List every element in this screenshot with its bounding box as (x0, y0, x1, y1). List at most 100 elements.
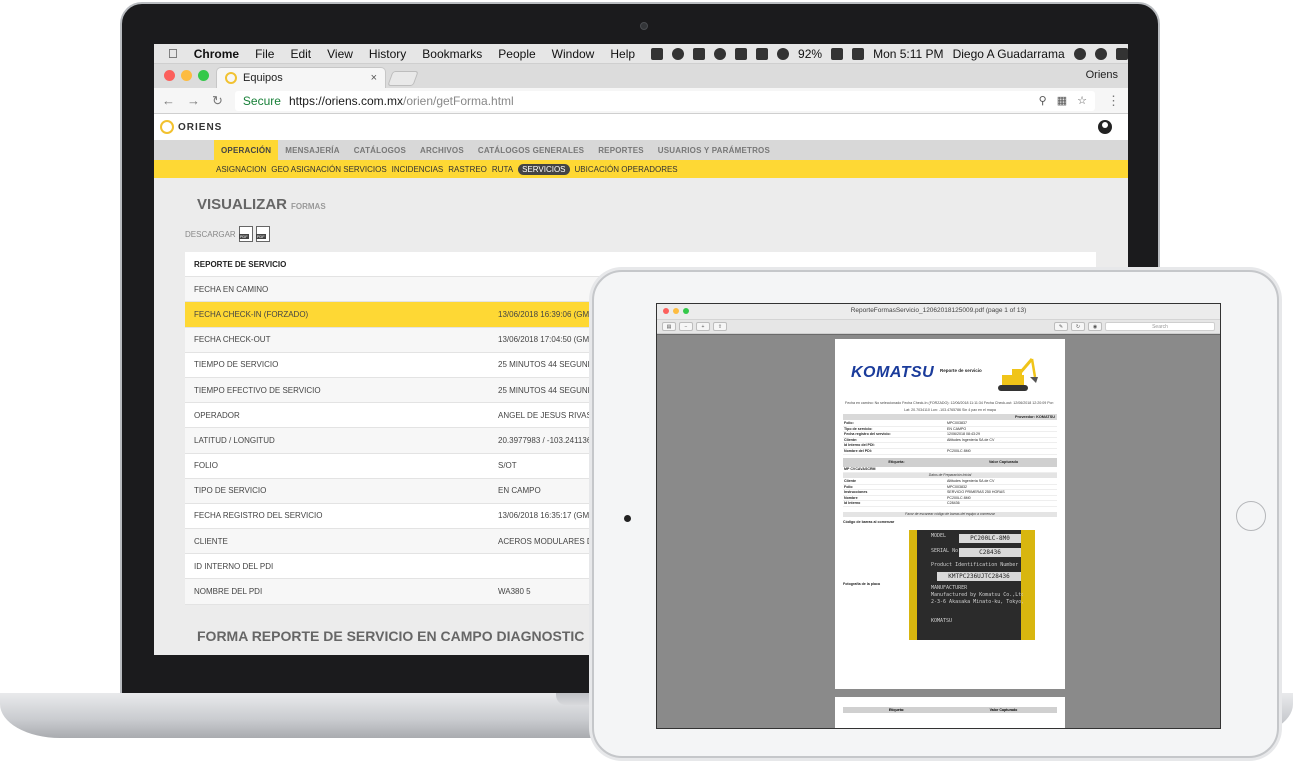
minimize-window-button[interactable] (181, 70, 192, 81)
annotate-icon[interactable]: ◉ (1088, 322, 1102, 331)
plate-line: 2-3-6 Akasaka Minato-ku, Tokyo, Japan (931, 599, 1023, 605)
tab-close-icon[interactable]: × (371, 72, 377, 84)
favicon-icon (225, 72, 237, 84)
new-tab-button[interactable] (387, 71, 419, 86)
report-meta-line: Lat: 20.7034110 Lon: -103.4765786 Sin 4 … (904, 408, 996, 412)
siri-icon[interactable] (1094, 47, 1107, 60)
subnav-ubicacion[interactable]: UBICACIÓN OPERADORES (575, 165, 678, 174)
search-icon[interactable] (1073, 47, 1086, 60)
zoom-out-icon[interactable]: − (679, 322, 693, 331)
profile-name[interactable]: Oriens (1086, 69, 1118, 81)
menu-view[interactable]: View (327, 47, 353, 61)
bookmark-star-icon[interactable]: ☆ (1077, 94, 1087, 107)
flag-icon[interactable] (852, 47, 865, 60)
wifi-icon[interactable] (777, 47, 790, 60)
browser-tab[interactable]: Equipos × (216, 67, 386, 88)
preview-search-input[interactable]: Search (1105, 322, 1215, 331)
nav-catalogos-generales[interactable]: CATÁLOGOS GENERALES (471, 140, 591, 160)
menu-dots-icon[interactable]: ⋮ (1107, 93, 1120, 109)
menu-bookmarks[interactable]: Bookmarks (422, 47, 482, 61)
power-icon[interactable] (714, 47, 727, 60)
tool-icon[interactable] (735, 47, 748, 60)
app-icon[interactable] (693, 47, 706, 60)
pdf-row-value: Altitudes Ingeniería SA de CV (947, 437, 995, 442)
pdf-row-value: PC200LC 8M0 (947, 448, 971, 453)
menu-people[interactable]: People (498, 47, 535, 61)
row-label: ID INTERNO DEL PDI (194, 561, 274, 571)
address-bar[interactable]: Secure https://oriens.com.mx /orien/getF… (234, 90, 1095, 111)
address-icons: ⚲ ▦ ☆ (1039, 94, 1087, 107)
pdf-row-label: Instrucciones (844, 490, 868, 495)
pdf-row-label: Id Interno del PDI: (844, 443, 875, 448)
user-name[interactable]: Diego A Guadarrama (953, 47, 1065, 61)
list-icon[interactable] (1115, 47, 1128, 60)
preview-title: ReporteFormasServicio_12062018125009.pdf… (850, 307, 1027, 314)
page2-col-label: Etiqueta: (888, 708, 905, 712)
bluetooth-icon[interactable] (756, 47, 769, 60)
close-window-button[interactable] (164, 70, 175, 81)
sidebar-toggle-icon[interactable]: ▤ (662, 322, 676, 331)
pdf-tag-2: PDF (255, 234, 266, 239)
menu-help[interactable]: Help (610, 47, 635, 61)
row-label: FECHA EN CAMINO (194, 284, 269, 294)
sync-icon[interactable] (672, 47, 685, 60)
col-label-header: Etiqueta: (888, 460, 905, 464)
nav-operacion[interactable]: OPERACIÓN (214, 140, 279, 160)
col-value-header: Valor Capturado (988, 460, 1019, 464)
subnav-geo-asignacion[interactable]: GEO ASIGNACIÓN SERVICIOS (271, 165, 386, 174)
plate-brand: KOMATSU (931, 618, 953, 624)
main-nav: OPERACIÓN MENSAJERÍA CATÁLOGOS ARCHIVOS … (154, 140, 1128, 160)
pdf-row-value: MPC003832 (947, 484, 967, 489)
menu-file[interactable]: File (255, 47, 274, 61)
reload-icon[interactable]: ↻ (212, 93, 223, 109)
apple-icon[interactable]:  (168, 46, 178, 61)
clock[interactable]: Mon 5:11 PM (873, 47, 943, 61)
subnav-servicios[interactable]: SERVICIOS (518, 163, 570, 175)
share-icon[interactable]: ⇧ (713, 322, 727, 331)
plate-line: Manufactured by Komatsu Co.,Ltd. (931, 592, 1023, 598)
user-account-icon[interactable] (1098, 120, 1112, 134)
row-label: TIEMPO EFECTIVO DE SERVICIO (194, 385, 321, 395)
zoom-icon[interactable]: ⚲ (1039, 94, 1047, 107)
pdf-download-icon[interactable]: PDF (238, 226, 253, 242)
nav-usuarios[interactable]: USUARIOS Y PARÁMETROS (651, 140, 777, 160)
stage:  Chrome File Edit View History Bookmark… (0, 0, 1293, 773)
menu-window[interactable]: Window (552, 47, 595, 61)
zoom-in-icon[interactable]: + (696, 322, 710, 331)
secure-label[interactable]: Secure (243, 94, 281, 108)
menu-history[interactable]: History (369, 47, 406, 61)
forward-icon[interactable]: → (187, 93, 200, 108)
nav-mensajeria[interactable]: MENSAJERÍA (278, 140, 346, 160)
nav-catalogos[interactable]: CATÁLOGOS (347, 140, 413, 160)
pdf-viewport[interactable]: KOMATSU Reporte de servicio Fecha en cam… (657, 335, 1220, 728)
dropbox-icon[interactable] (651, 47, 664, 60)
row-label: FECHA CHECK-OUT (194, 335, 271, 345)
sub-nav: ASIGNACION GEO ASIGNACIÓN SERVICIOS INCI… (154, 160, 1128, 178)
pdf-download-all-icon[interactable]: PDF (255, 226, 270, 242)
subnav-rastreo[interactable]: RASTREO (448, 165, 487, 174)
subnav-ruta[interactable]: RUTA (492, 165, 513, 174)
translate-icon[interactable]: ▦ (1057, 94, 1067, 107)
pdf-row-label: Fecha registro del servicio: (844, 432, 891, 437)
url-path: /orien/getForma.html (402, 93, 514, 108)
pdf-page-2: Etiqueta: Valor Capturado (835, 697, 1065, 728)
pdf-row-value: C28436 (947, 501, 960, 506)
markup-icon[interactable]: ✎ (1054, 322, 1068, 331)
pdf-row-value: 12/06/2018 08:43:29 (947, 432, 980, 437)
subnav-asignacion[interactable]: ASIGNACION (216, 165, 266, 174)
battery-icon[interactable] (831, 47, 844, 60)
back-icon[interactable]: ← (162, 93, 175, 108)
subnav-incidencias[interactable]: INCIDENCIAS (392, 165, 444, 174)
zoom-window-button[interactable] (198, 70, 209, 81)
home-button[interactable] (1236, 501, 1266, 531)
pdf-row-value (947, 443, 1057, 448)
nav-reportes[interactable]: REPORTES (591, 140, 651, 160)
form-title: FORMA REPORTE DE SERVICIO EN CAMPO DIAGN… (197, 628, 585, 644)
menu-chrome[interactable]: Chrome (194, 47, 239, 61)
rotate-icon[interactable]: ↻ (1071, 322, 1085, 331)
page-title-text: VISUALIZAR (197, 196, 287, 213)
page-subtitle: FORMAS (291, 202, 326, 211)
menu-edit[interactable]: Edit (290, 47, 311, 61)
table-header-label: REPORTE DE SERVICIO (194, 259, 287, 269)
nav-archivos[interactable]: ARCHIVOS (413, 140, 471, 160)
